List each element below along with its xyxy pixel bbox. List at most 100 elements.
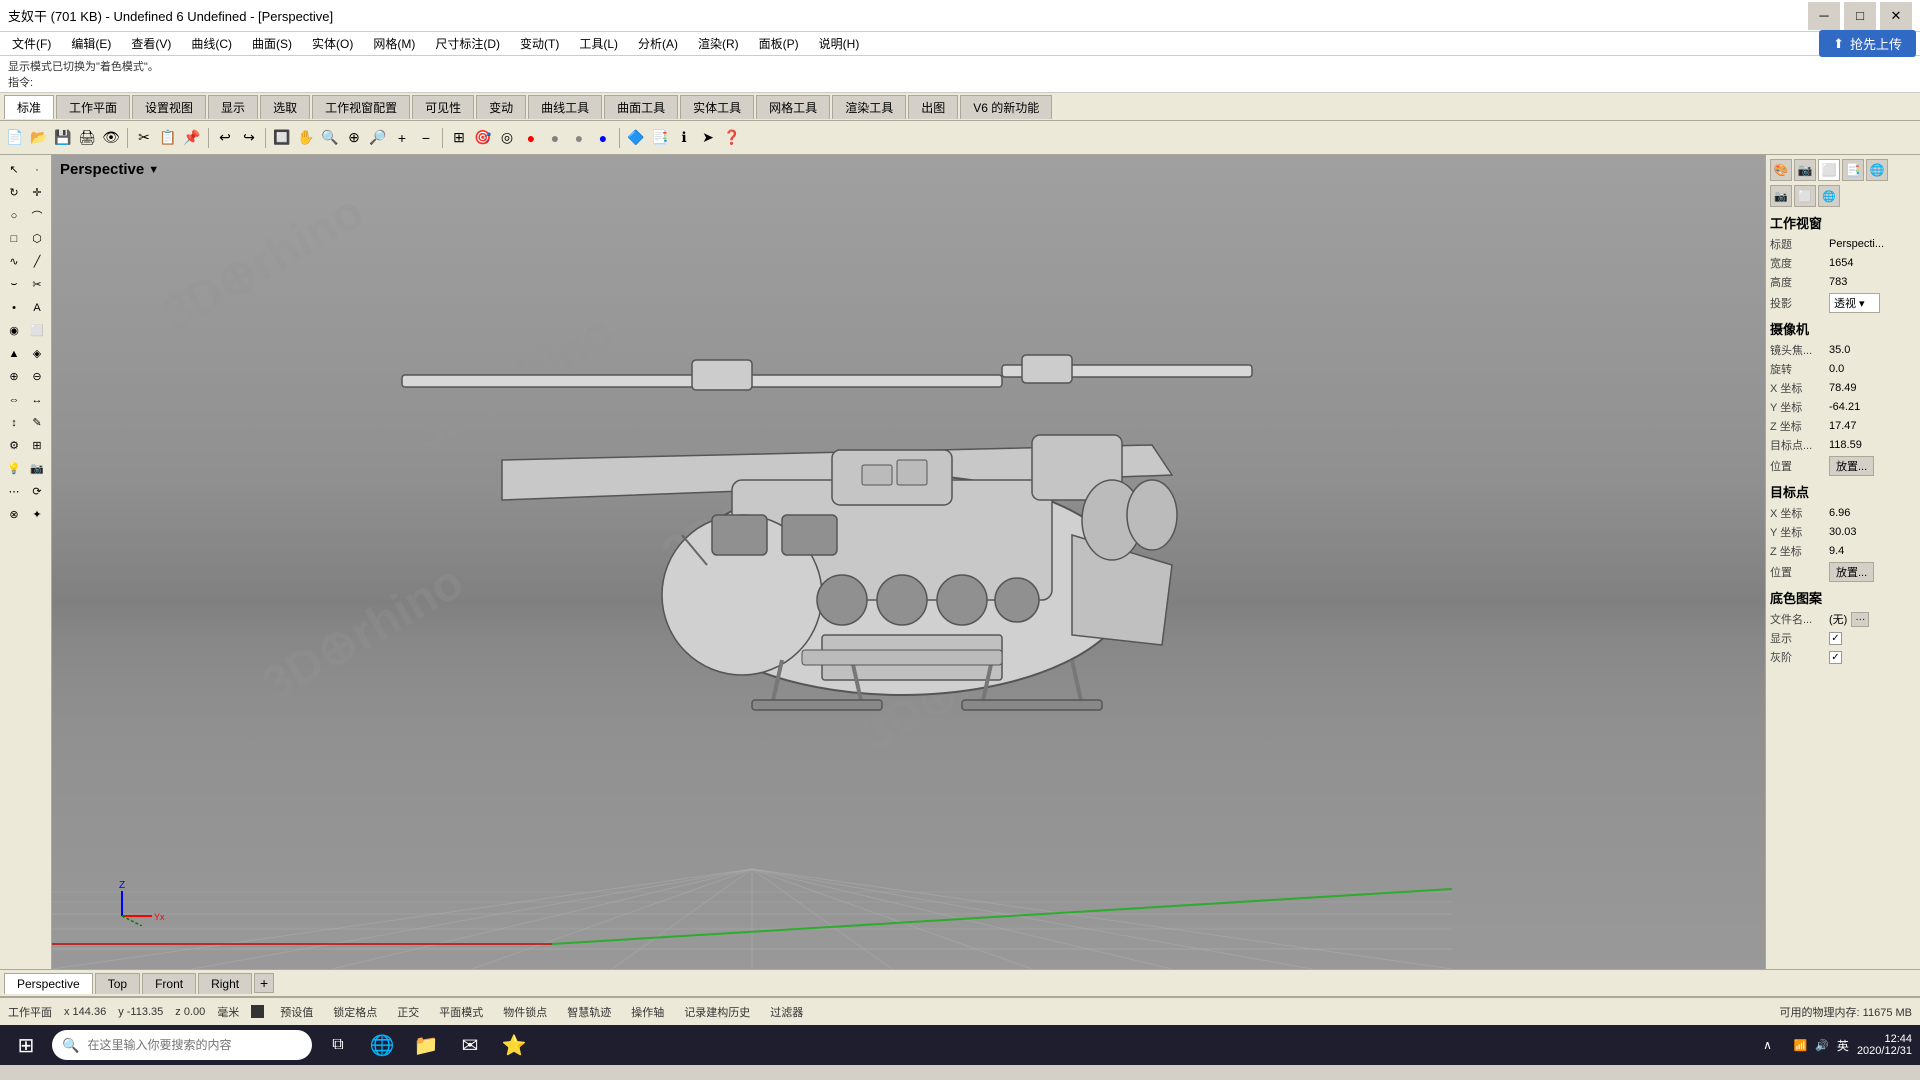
tab-mesh-tools[interactable]: 网格工具 bbox=[756, 95, 830, 119]
color3-btn[interactable]: ● bbox=[568, 127, 590, 149]
select-btn[interactable]: 🔲 bbox=[271, 127, 293, 149]
tab-render-tools[interactable]: 渲染工具 bbox=[832, 95, 906, 119]
upload-button[interactable]: ⬆ 抢先上传 bbox=[1819, 30, 1916, 57]
rp-prop-icon[interactable]: ⬜ bbox=[1818, 159, 1840, 181]
curve-tool[interactable]: ∿ bbox=[4, 251, 25, 272]
arc-tool[interactable]: ⌒ bbox=[27, 205, 48, 226]
osnap-btn[interactable]: ◎ bbox=[496, 127, 518, 149]
mirror-tool[interactable]: ⇔ bbox=[4, 389, 25, 410]
snap-tool[interactable]: ⋯ bbox=[4, 481, 25, 502]
grid-btn[interactable]: ⊞ bbox=[448, 127, 470, 149]
material-btn[interactable]: 🔷 bbox=[625, 127, 647, 149]
camera-tool[interactable]: 📷 bbox=[27, 458, 48, 479]
zoom-in-btn[interactable]: + bbox=[391, 127, 413, 149]
loft-tool[interactable]: ◈ bbox=[27, 343, 48, 364]
menu-dim[interactable]: 尺寸标注(D) bbox=[427, 33, 508, 54]
zoom-sel-btn[interactable]: 🔎 bbox=[367, 127, 389, 149]
menu-mesh[interactable]: 网格(M) bbox=[365, 33, 423, 54]
pan-btn[interactable]: ✋ bbox=[295, 127, 317, 149]
bool-diff[interactable]: ⊖ bbox=[27, 366, 48, 387]
tab-display[interactable]: 显示 bbox=[208, 95, 258, 119]
cursor-btn[interactable]: ➤ bbox=[697, 127, 719, 149]
cut-btn[interactable]: ✂ bbox=[133, 127, 155, 149]
tab-transform[interactable]: 变动 bbox=[476, 95, 526, 119]
move-tool[interactable]: ✛ bbox=[27, 182, 48, 203]
undo-btn[interactable]: ↩ bbox=[214, 127, 236, 149]
menu-file[interactable]: 文件(F) bbox=[4, 33, 59, 54]
menu-panel[interactable]: 面板(P) bbox=[751, 33, 807, 54]
scale-tool[interactable]: ↔ bbox=[27, 389, 48, 410]
menu-render[interactable]: 渲染(R) bbox=[690, 33, 747, 54]
copy-btn[interactable]: 📋 bbox=[157, 127, 179, 149]
zoom-out-btn[interactable]: − bbox=[415, 127, 437, 149]
tab-v6[interactable]: V6 的新功能 bbox=[960, 95, 1052, 119]
line-tool[interactable]: ╱ bbox=[27, 251, 48, 272]
mesh-tool[interactable]: ⊞ bbox=[27, 435, 48, 456]
paste-btn[interactable]: 📌 bbox=[181, 127, 203, 149]
print-btn[interactable]: 🖨 bbox=[76, 127, 98, 149]
rp-btn-bg-more[interactable]: ··· bbox=[1851, 612, 1869, 627]
trim-tool[interactable]: ✂ bbox=[27, 274, 48, 295]
rotate-tool[interactable]: ↻ bbox=[4, 182, 25, 203]
search-bar[interactable]: 🔍 bbox=[52, 1030, 312, 1060]
status-gumball[interactable]: 操作轴 bbox=[627, 1003, 668, 1021]
help-btn[interactable]: ❓ bbox=[721, 127, 743, 149]
zoom-btn[interactable]: 🔍 bbox=[319, 127, 341, 149]
tab-curve-tools[interactable]: 曲线工具 bbox=[528, 95, 602, 119]
tab-select[interactable]: 选取 bbox=[260, 95, 310, 119]
box-tool[interactable]: ⬜ bbox=[27, 320, 48, 341]
status-plane-mode[interactable]: 平面模式 bbox=[435, 1003, 487, 1021]
tab-setview[interactable]: 设置视图 bbox=[132, 95, 206, 119]
tab-standard[interactable]: 标准 bbox=[4, 95, 54, 119]
rp-btn-cam-place[interactable]: 放置... bbox=[1829, 456, 1874, 476]
viewport-dropdown-icon[interactable]: ▼ bbox=[148, 164, 159, 176]
dot-tool[interactable]: · bbox=[27, 159, 48, 180]
btab-perspective[interactable]: Perspective bbox=[4, 973, 93, 994]
redo-btn[interactable]: ↪ bbox=[238, 127, 260, 149]
rp-cam-icon[interactable]: 📷 bbox=[1770, 185, 1792, 207]
rp-btn-tgt-place[interactable]: 放置... bbox=[1829, 562, 1874, 582]
explorer-button[interactable]: 📁 bbox=[408, 1027, 444, 1063]
rp-checkbox-gray[interactable]: ✓ bbox=[1829, 651, 1842, 664]
rp-obj-icon[interactable]: 🌐 bbox=[1866, 159, 1888, 181]
dim-tool[interactable]: ↕ bbox=[4, 412, 25, 433]
analyze-tool[interactable]: ⚙ bbox=[4, 435, 25, 456]
taskbar-chevron[interactable]: ∧ bbox=[1750, 1027, 1786, 1063]
menu-transform[interactable]: 变动(T) bbox=[512, 33, 567, 54]
point-tool[interactable]: • bbox=[4, 297, 25, 318]
color4-btn[interactable]: ● bbox=[592, 127, 614, 149]
zoom-all-btn[interactable]: ⊕ bbox=[343, 127, 365, 149]
start-button[interactable]: ⊞ bbox=[8, 1027, 44, 1063]
color1-btn[interactable]: ● bbox=[520, 127, 542, 149]
save-btn[interactable]: 💾 bbox=[52, 127, 74, 149]
note-tool[interactable]: ✎ bbox=[27, 412, 48, 433]
open-btn[interactable]: 📂 bbox=[28, 127, 50, 149]
status-preset[interactable]: 预设值 bbox=[276, 1003, 317, 1021]
menu-solid[interactable]: 实体(O) bbox=[304, 33, 361, 54]
sphere-tool[interactable]: ◉ bbox=[4, 320, 25, 341]
rp-rect-icon[interactable]: ⬜ bbox=[1794, 185, 1816, 207]
viewport-area[interactable]: 3D⊕rhino 3D⊕rhino 3D⊕rhino 3D⊕rhino 3D⊕r… bbox=[52, 155, 1765, 969]
menu-edit[interactable]: 编辑(E) bbox=[63, 33, 119, 54]
btab-right[interactable]: Right bbox=[198, 973, 252, 994]
status-smart-track[interactable]: 智慧轨迹 bbox=[563, 1003, 615, 1021]
tab-solid-tools[interactable]: 实体工具 bbox=[680, 95, 754, 119]
btab-top[interactable]: Top bbox=[95, 973, 140, 994]
obj-prop-btn[interactable]: ℹ bbox=[673, 127, 695, 149]
taskview-button[interactable]: ⧉ bbox=[320, 1027, 356, 1063]
status-ortho[interactable]: 正交 bbox=[393, 1003, 423, 1021]
minimize-button[interactable]: ─ bbox=[1808, 2, 1840, 30]
extra-tool1[interactable]: ⊗ bbox=[4, 504, 25, 525]
rect-tool[interactable]: □ bbox=[4, 228, 25, 249]
tab-surface-tools[interactable]: 曲面工具 bbox=[604, 95, 678, 119]
edge-button[interactable]: 🌐 bbox=[364, 1027, 400, 1063]
menu-view[interactable]: 查看(V) bbox=[123, 33, 179, 54]
text-tool[interactable]: A bbox=[27, 297, 48, 318]
circle-tool[interactable]: ○ bbox=[4, 205, 25, 226]
rp-globe-icon[interactable]: 🌐 bbox=[1818, 185, 1840, 207]
preview-btn[interactable]: 👁 bbox=[100, 127, 122, 149]
new-btn[interactable]: 📄 bbox=[4, 127, 26, 149]
tab-visibility[interactable]: 可见性 bbox=[412, 95, 474, 119]
poly-tool[interactable]: ⬡ bbox=[27, 228, 48, 249]
menu-surface[interactable]: 曲面(S) bbox=[244, 33, 300, 54]
